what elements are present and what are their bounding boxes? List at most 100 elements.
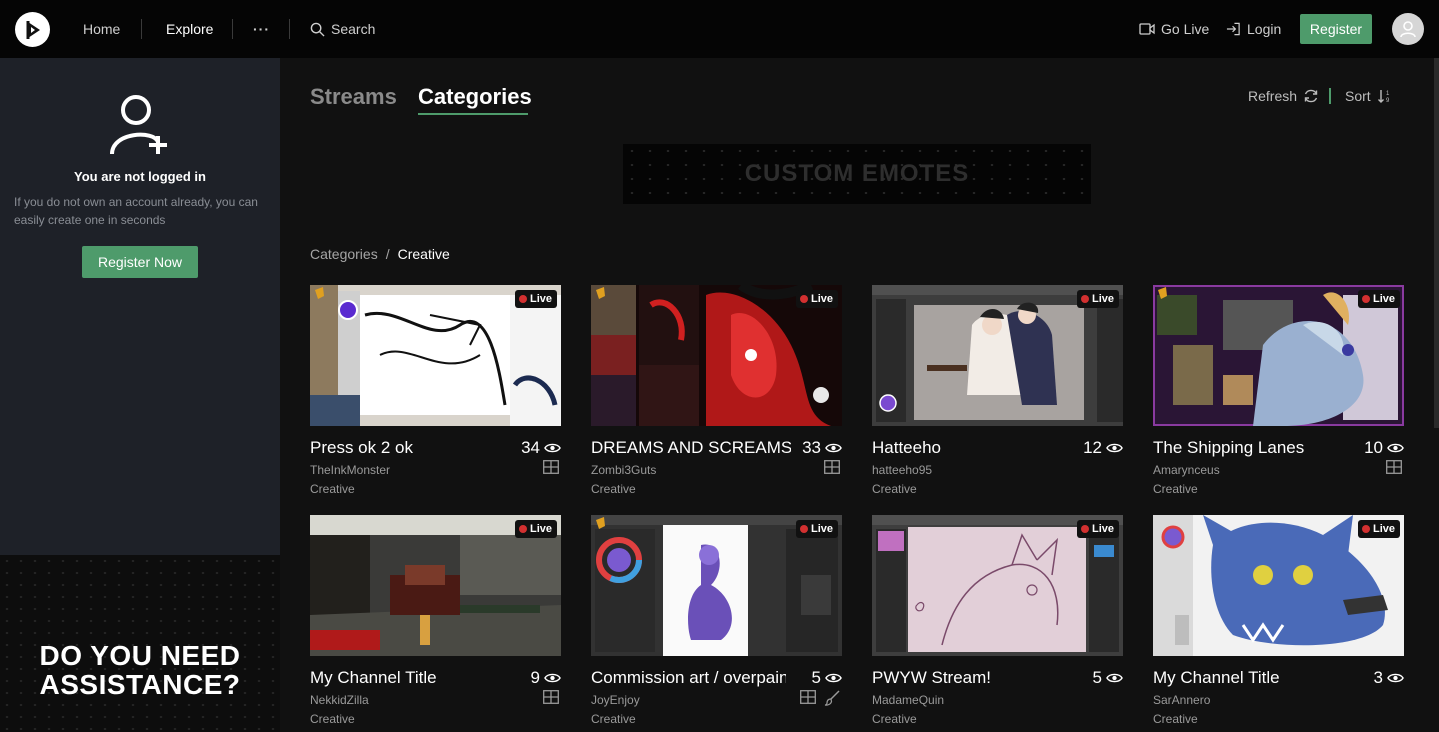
live-dot-icon — [1361, 525, 1370, 533]
live-dot-icon — [799, 295, 808, 303]
live-badge-label: Live — [810, 523, 833, 535]
login-label: Login — [1247, 21, 1282, 37]
stream-title[interactable]: Hatteeho — [872, 438, 1072, 458]
stream-category[interactable]: Creative — [872, 712, 917, 726]
add-user-icon — [110, 95, 167, 155]
stream-category[interactable]: Creative — [310, 482, 355, 496]
user-icon — [1400, 21, 1416, 38]
stream-thumbnail[interactable]: Live — [310, 515, 561, 656]
stream-tag-icons — [543, 690, 559, 704]
stream-category[interactable]: Creative — [591, 712, 636, 726]
stream-thumbnail[interactable]: Live — [310, 285, 561, 426]
live-dot-icon — [518, 525, 527, 533]
stream-title[interactable]: The Shipping Lanes — [1153, 438, 1353, 458]
refresh-icon — [1304, 89, 1318, 103]
live-dot-icon — [1080, 295, 1089, 303]
eye-icon — [544, 443, 561, 453]
breadcrumb-current: Creative — [397, 246, 450, 262]
breadcrumb-separator: / — [385, 246, 390, 262]
viewer-count-value: 12 — [1083, 438, 1102, 457]
viewer-count-value: 5 — [811, 668, 821, 687]
viewer-count-value: 34 — [521, 438, 540, 457]
viewer-count: 9 — [531, 668, 561, 688]
streamer-name[interactable]: MadameQuin — [872, 693, 944, 707]
stream-thumbnail[interactable]: Live — [872, 515, 1123, 656]
stream-thumbnail[interactable]: Live — [872, 285, 1123, 426]
stream-category[interactable]: Creative — [1153, 482, 1198, 496]
live-badge-label: Live — [1372, 293, 1395, 305]
live-badge: Live — [1076, 290, 1119, 308]
register-now-button[interactable]: Register Now — [82, 246, 198, 278]
page-scrollbar[interactable] — [1434, 58, 1439, 428]
sort-button[interactable]: Sort 1 9 — [1345, 88, 1393, 104]
tab-categories[interactable]: Categories — [418, 84, 532, 110]
streamer-name[interactable]: Zombi3Guts — [591, 463, 656, 477]
live-dot-icon — [518, 295, 527, 303]
live-badge: Live — [514, 520, 557, 538]
breadcrumb: Categories / Creative — [310, 246, 450, 262]
stream-tag-icons — [543, 460, 559, 474]
streamer-name[interactable]: JoyEnjoy — [591, 693, 640, 707]
search-icon — [310, 22, 325, 37]
stream-thumbnail[interactable]: Live — [1153, 515, 1404, 656]
nav-search[interactable]: Search — [310, 0, 375, 58]
eye-icon — [1106, 443, 1123, 453]
breadcrumb-categories-link[interactable]: Categories — [310, 246, 378, 262]
main-content: Streams Categories Refresh Sort 1 9 CUST… — [280, 58, 1439, 732]
sidebar: You are not logged in If you do not own … — [0, 58, 280, 732]
register-button[interactable]: Register — [1300, 14, 1372, 44]
stream-title[interactable]: My Channel Title — [310, 668, 510, 688]
stream-category[interactable]: Creative — [1153, 712, 1198, 726]
stream-tag-icons — [1386, 460, 1402, 474]
stream-thumbnail[interactable]: Live — [591, 285, 842, 426]
svg-text:9: 9 — [1386, 98, 1390, 104]
stream-title[interactable]: Commission art / overpaint — [591, 668, 786, 688]
active-tab-indicator — [418, 113, 528, 115]
live-badge: Live — [1357, 520, 1400, 538]
top-navbar: Home Explore ··· Search Go Live Login Re… — [0, 0, 1439, 58]
go-live-button[interactable]: Go Live — [1139, 0, 1209, 58]
live-badge: Live — [795, 520, 838, 538]
stream-tag-icons — [824, 460, 840, 474]
stream-title[interactable]: Press ok 2 ok — [310, 438, 510, 458]
assistance-banner-text: DO YOU NEED ASSISTANCE? — [39, 640, 241, 700]
grid-icon — [543, 460, 559, 474]
nav-explore[interactable]: Explore — [166, 0, 213, 58]
streamer-name[interactable]: NekkidZilla — [310, 693, 369, 707]
custom-emotes-banner[interactable]: CUSTOM EMOTES — [623, 144, 1091, 204]
search-label: Search — [331, 21, 376, 37]
live-badge-label: Live — [1091, 523, 1114, 535]
nav-home[interactable]: Home — [83, 0, 120, 58]
streamer-name[interactable]: SarAnnero — [1153, 693, 1210, 707]
stream-category[interactable]: Creative — [591, 482, 636, 496]
stream-title[interactable]: DREAMS AND SCREAMS — [591, 438, 791, 458]
streamer-name[interactable]: Amarynceus — [1153, 463, 1220, 477]
refresh-button[interactable]: Refresh — [1248, 88, 1319, 104]
custom-emotes-banner-text: CUSTOM EMOTES — [744, 160, 970, 187]
live-badge-label: Live — [529, 523, 552, 535]
live-badge-label: Live — [1091, 293, 1114, 305]
streamer-name[interactable]: TheInkMonster — [310, 463, 390, 477]
login-button[interactable]: Login — [1226, 0, 1281, 58]
login-status-title: You are not logged in — [74, 169, 206, 184]
assistance-banner[interactable]: DO YOU NEED ASSISTANCE? — [0, 555, 280, 732]
stream-title[interactable]: PWYW Stream! — [872, 668, 1072, 688]
viewer-count: 10 — [1364, 438, 1404, 458]
live-badge: Live — [795, 290, 838, 308]
grid-icon — [543, 690, 559, 704]
viewer-count-value: 3 — [1373, 668, 1383, 687]
stream-category[interactable]: Creative — [310, 712, 355, 726]
site-logo[interactable] — [15, 12, 50, 47]
streamer-name[interactable]: hatteeho95 — [872, 463, 932, 477]
stream-title[interactable]: My Channel Title — [1153, 668, 1353, 688]
stream-thumbnail[interactable]: Live — [591, 515, 842, 656]
tab-streams[interactable]: Streams — [310, 84, 397, 110]
stream-thumbnail[interactable]: Live — [1153, 285, 1404, 426]
live-dot-icon — [1080, 525, 1089, 533]
user-avatar[interactable] — [1392, 13, 1424, 45]
stream-category[interactable]: Creative — [872, 482, 917, 496]
nav-divider — [289, 19, 290, 39]
viewer-count: 34 — [521, 438, 561, 458]
nav-more-button[interactable]: ··· — [253, 0, 270, 58]
brush-icon — [824, 690, 840, 706]
